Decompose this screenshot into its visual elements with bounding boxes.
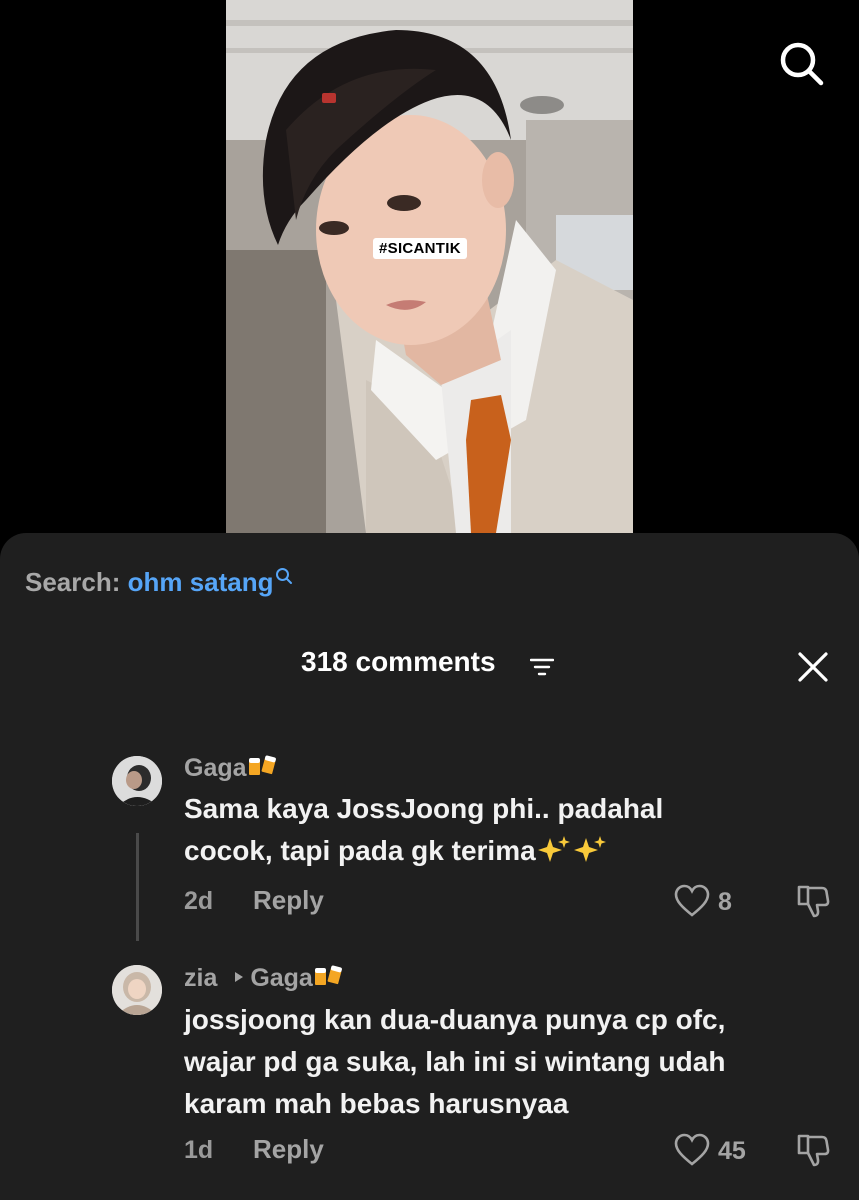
reply-button[interactable]: Reply — [253, 1134, 324, 1165]
close-icon[interactable] — [795, 649, 831, 685]
comment-time: 2d — [184, 887, 214, 915]
dislike-icon[interactable] — [795, 1132, 831, 1168]
hashtag-overlay: #SICANTIK — [373, 238, 467, 259]
like-count: 8 — [718, 888, 732, 916]
dislike-icon[interactable] — [795, 883, 831, 919]
heart-icon[interactable] — [674, 1133, 710, 1167]
reply-arrow-icon — [235, 972, 244, 982]
search-icon[interactable] — [776, 38, 826, 88]
avatar-image — [112, 756, 162, 806]
avatar-image — [112, 965, 162, 1015]
heart-icon[interactable] — [674, 884, 710, 918]
comment-text: Sama kaya JossJoong phi.. padahal cocok,… — [184, 793, 664, 866]
video-area[interactable]: #SICANTIK — [0, 0, 859, 545]
reply-to-username[interactable]: Gaga — [250, 964, 313, 992]
beer-mugs-icon — [248, 755, 276, 775]
video-player[interactable]: #SICANTIK — [226, 0, 633, 533]
thread-line — [136, 833, 139, 941]
comment-count: 318 comments — [301, 646, 496, 677]
search-query-link[interactable]: ohm satang — [128, 567, 274, 597]
comment-username: zia Gaga — [184, 963, 343, 993]
sparkles-icon — [537, 836, 570, 862]
sparkles-icon — [573, 836, 606, 862]
sort-filter-icon[interactable] — [530, 657, 554, 677]
video-thumbnail — [226, 0, 633, 533]
beer-mugs-icon — [314, 965, 342, 985]
like-count: 45 — [718, 1137, 746, 1165]
comment-username[interactable]: Gaga — [184, 753, 277, 783]
search-prefix: Search: — [25, 567, 128, 597]
search-suggestion[interactable]: Search: ohm satang — [25, 567, 293, 598]
comments-sheet: Search: ohm satang 318 comments Gaga Sam… — [0, 533, 859, 1200]
search-small-icon — [275, 568, 292, 584]
comments-header: 318 comments — [0, 646, 859, 686]
comment-text: jossjoong kan dua-duanya punya cp ofc, w… — [184, 1004, 726, 1119]
avatar[interactable] — [112, 756, 162, 806]
avatar[interactable] — [112, 965, 162, 1015]
reply-button[interactable]: Reply — [253, 885, 324, 916]
comment-time: 1d — [184, 1136, 214, 1164]
